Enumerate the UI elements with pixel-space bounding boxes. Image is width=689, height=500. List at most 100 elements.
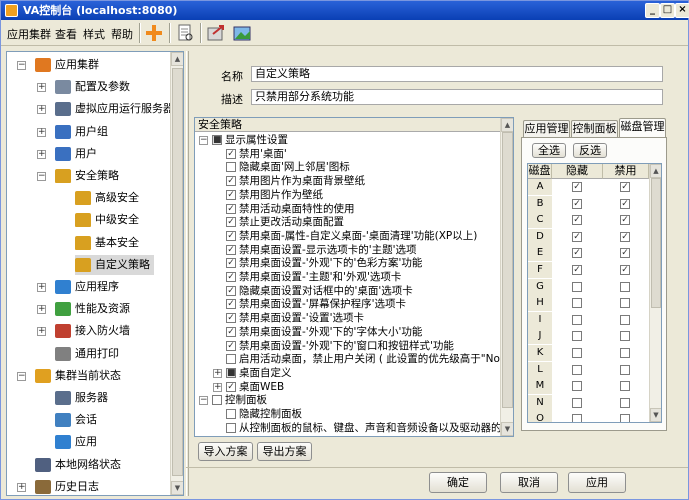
minimize-button[interactable]: _ (645, 3, 660, 18)
hide-checkbox[interactable] (572, 348, 582, 358)
tree-node[interactable]: 基本安全 (75, 233, 143, 253)
tree-node[interactable]: 应用集群 (35, 55, 103, 75)
policy-checkbox[interactable]: ✓ (226, 148, 236, 159)
policy-row[interactable]: 隐藏控制面板 (226, 407, 302, 421)
disable-checkbox[interactable]: ✓ (620, 265, 630, 275)
tree-expander[interactable]: + (17, 482, 26, 492)
policy-checkbox[interactable] (212, 395, 222, 406)
tab-disk-management[interactable]: 磁盘管理 (619, 118, 666, 138)
tab-control-panel[interactable]: 控制面板 (571, 120, 618, 138)
tree-node[interactable]: 用户 (55, 144, 101, 164)
policy-expander[interactable]: − (199, 136, 208, 145)
policy-row[interactable]: 从控制面板的鼠标、键盘、声音和音频设备以及驱动器的 (226, 421, 502, 435)
name-field[interactable]: 自定义策略 (251, 66, 663, 82)
menu-style[interactable]: 样式 (83, 26, 105, 42)
add-icon[interactable] (144, 23, 164, 43)
policy-row[interactable]: 控制面板 (212, 393, 267, 407)
menu-help[interactable]: 帮助 (111, 26, 133, 42)
scroll-thumb[interactable] (172, 68, 183, 476)
scroll-thumb[interactable] (502, 132, 513, 408)
disk-scrollbar[interactable]: ▲ ▼ (649, 164, 661, 422)
tree-expander[interactable]: + (37, 305, 46, 315)
policy-checkbox[interactable]: ■ (226, 367, 236, 378)
scroll-up-button[interactable]: ▲ (650, 164, 661, 178)
policy-row[interactable]: ✓ 禁用桌面设置-'设置'选项卡 (226, 311, 364, 325)
tree-expander[interactable]: − (17, 61, 26, 70)
policy-checkbox[interactable]: ✓ (226, 203, 236, 214)
select-all-button[interactable]: 全选 (532, 143, 566, 158)
policy-row[interactable]: ✓ 禁用桌面设置-'外观'下的'字体大小'功能 (226, 325, 422, 339)
scroll-up-button[interactable]: ▲ (501, 118, 513, 132)
tree-node[interactable]: 应用程序 (55, 277, 123, 297)
hide-checkbox[interactable] (572, 381, 582, 392)
policy-row[interactable]: ✓ 禁用活动桌面特性的使用 (226, 202, 355, 216)
disable-checkbox[interactable] (620, 298, 630, 309)
hide-checkbox[interactable] (572, 331, 582, 342)
policy-checkbox[interactable] (226, 162, 236, 173)
policy-checkbox[interactable]: ✓ (226, 258, 236, 269)
menu-view[interactable]: 查看 (55, 26, 77, 42)
policy-row[interactable]: ✓ 禁用桌面设置-'外观'下的'色彩方案'功能 (226, 256, 422, 270)
import-scheme-button[interactable]: 导入方案 (198, 442, 253, 461)
tree-expander[interactable]: + (37, 283, 46, 292)
disable-checkbox[interactable] (620, 414, 630, 422)
image-icon[interactable] (232, 23, 252, 43)
hide-checkbox[interactable] (572, 414, 582, 422)
hide-checkbox[interactable] (572, 298, 582, 309)
disable-checkbox[interactable]: ✓ (620, 182, 630, 192)
policy-checkbox[interactable]: ✓ (226, 244, 236, 255)
policy-row[interactable]: ✓ 桌面WEB (226, 380, 284, 394)
hide-checkbox[interactable]: ✓ (572, 198, 582, 209)
scroll-thumb[interactable] (651, 178, 661, 308)
policy-row[interactable]: ✓ 隐藏桌面设置对话框中的'桌面'选项卡 (226, 284, 413, 298)
policy-checkbox[interactable]: ✓ (226, 381, 236, 392)
disable-checkbox[interactable] (620, 281, 630, 292)
tree-node[interactable]: 配置及参数 (55, 77, 134, 97)
policy-row[interactable]: ✓ 禁用图片作为桌面背景壁纸 (226, 174, 365, 188)
hide-checkbox[interactable] (572, 314, 582, 325)
tree-node[interactable]: 历史日志 (35, 477, 103, 495)
policy-row[interactable]: ✓ 禁用桌面设置-'外观'下的'窗口和按钮样式'功能 (226, 339, 454, 353)
policy-expander[interactable]: + (213, 368, 222, 378)
tab-app-management[interactable]: 应用管理 (523, 120, 570, 138)
policy-checkbox[interactable] (226, 354, 236, 365)
disable-checkbox[interactable] (620, 331, 630, 342)
policy-checkbox[interactable]: ✓ (226, 326, 236, 337)
hide-checkbox[interactable]: ✓ (572, 265, 582, 275)
scroll-up-button[interactable]: ▲ (171, 52, 183, 66)
tree-node[interactable]: 用户组 (55, 122, 112, 142)
tree-expander[interactable]: + (37, 327, 46, 337)
tree-node[interactable]: 自定义策略 (75, 254, 154, 275)
policy-row[interactable]: ✓ 禁用'桌面' (226, 147, 287, 161)
hide-checkbox[interactable] (572, 281, 582, 292)
tree-node[interactable]: 应用 (55, 432, 101, 452)
policy-checkbox[interactable]: ✓ (226, 299, 236, 310)
tree-expander[interactable]: + (37, 83, 46, 93)
hide-checkbox[interactable]: ✓ (572, 248, 582, 259)
policy-row[interactable]: ■ 桌面自定义 (226, 366, 292, 380)
tree-scrollbar[interactable]: ▲ ▼ (170, 52, 183, 495)
policy-checkbox[interactable]: ✓ (226, 272, 236, 282)
policy-checkbox[interactable]: ✓ (226, 176, 236, 187)
tree-node[interactable]: 接入防火墙 (55, 321, 134, 341)
tree-node[interactable]: 会话 (55, 410, 101, 430)
tree-expander[interactable]: + (37, 149, 46, 159)
tree-node[interactable]: 性能及资源 (55, 299, 134, 319)
policy-row[interactable]: ✓ 禁止更改活动桌面配置 (226, 215, 344, 229)
tree-node[interactable]: 中级安全 (75, 210, 143, 230)
policy-checkbox[interactable]: ✓ (226, 313, 236, 324)
description-field[interactable]: 只禁用部分系统功能 (251, 89, 663, 105)
cancel-button[interactable]: 取消 (500, 472, 558, 493)
tree-expander[interactable]: + (37, 127, 46, 137)
policy-checkbox[interactable]: ✓ (226, 230, 236, 241)
tree-node[interactable]: 通用打印 (55, 344, 123, 364)
scroll-down-button[interactable]: ▼ (501, 422, 513, 436)
policy-row[interactable]: ✓ 禁用图片作为壁纸 (226, 188, 323, 202)
export-icon[interactable] (206, 23, 226, 43)
tree-expander[interactable]: − (17, 371, 26, 381)
policy-expander[interactable]: + (213, 382, 222, 392)
ok-button[interactable]: 确定 (429, 472, 487, 493)
policy-checkbox[interactable]: ✓ (226, 340, 236, 351)
policy-row[interactable]: ✓ 禁用桌面设置-'主题'和'外观'选项卡 (226, 270, 401, 284)
export-scheme-button[interactable]: 导出方案 (257, 442, 312, 461)
